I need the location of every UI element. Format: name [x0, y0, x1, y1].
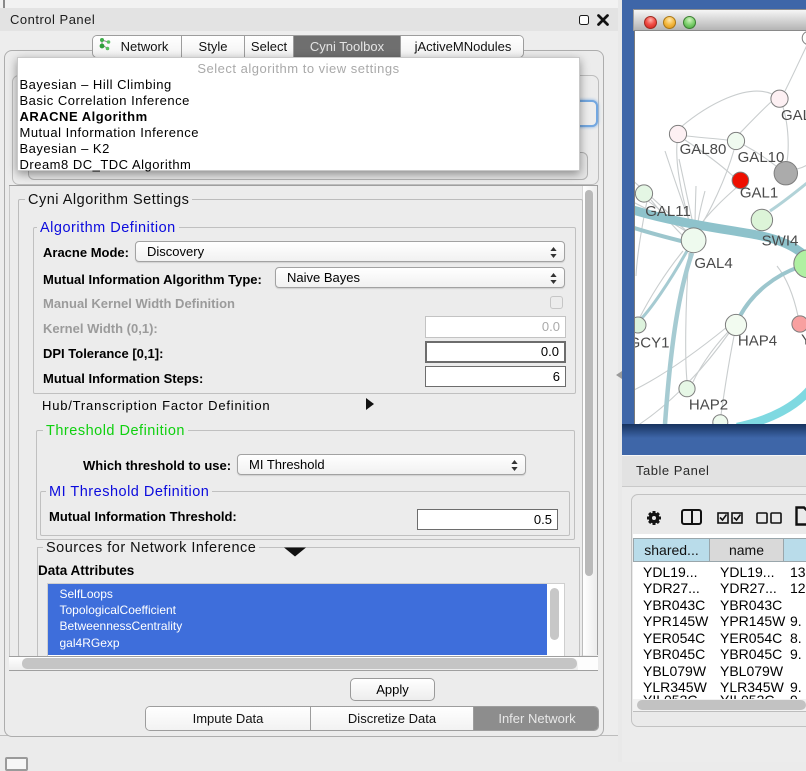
svg-text:SWI4: SWI4 — [762, 233, 799, 250]
svg-text:GAL2: GAL2 — [781, 107, 806, 124]
svg-text:HAP2: HAP2 — [689, 397, 728, 414]
svg-text:GAL4: GAL4 — [694, 255, 732, 272]
svg-text:GCY1: GCY1 — [635, 335, 669, 352]
svg-text:Y: Y — [801, 332, 806, 349]
svg-text:HAP4: HAP4 — [738, 333, 777, 350]
svg-text:GAL1: GAL1 — [740, 184, 778, 201]
svg-text:GAL80: GAL80 — [680, 141, 727, 158]
svg-text:GAL11: GAL11 — [645, 203, 691, 220]
svg-text:GAL10: GAL10 — [738, 149, 785, 166]
